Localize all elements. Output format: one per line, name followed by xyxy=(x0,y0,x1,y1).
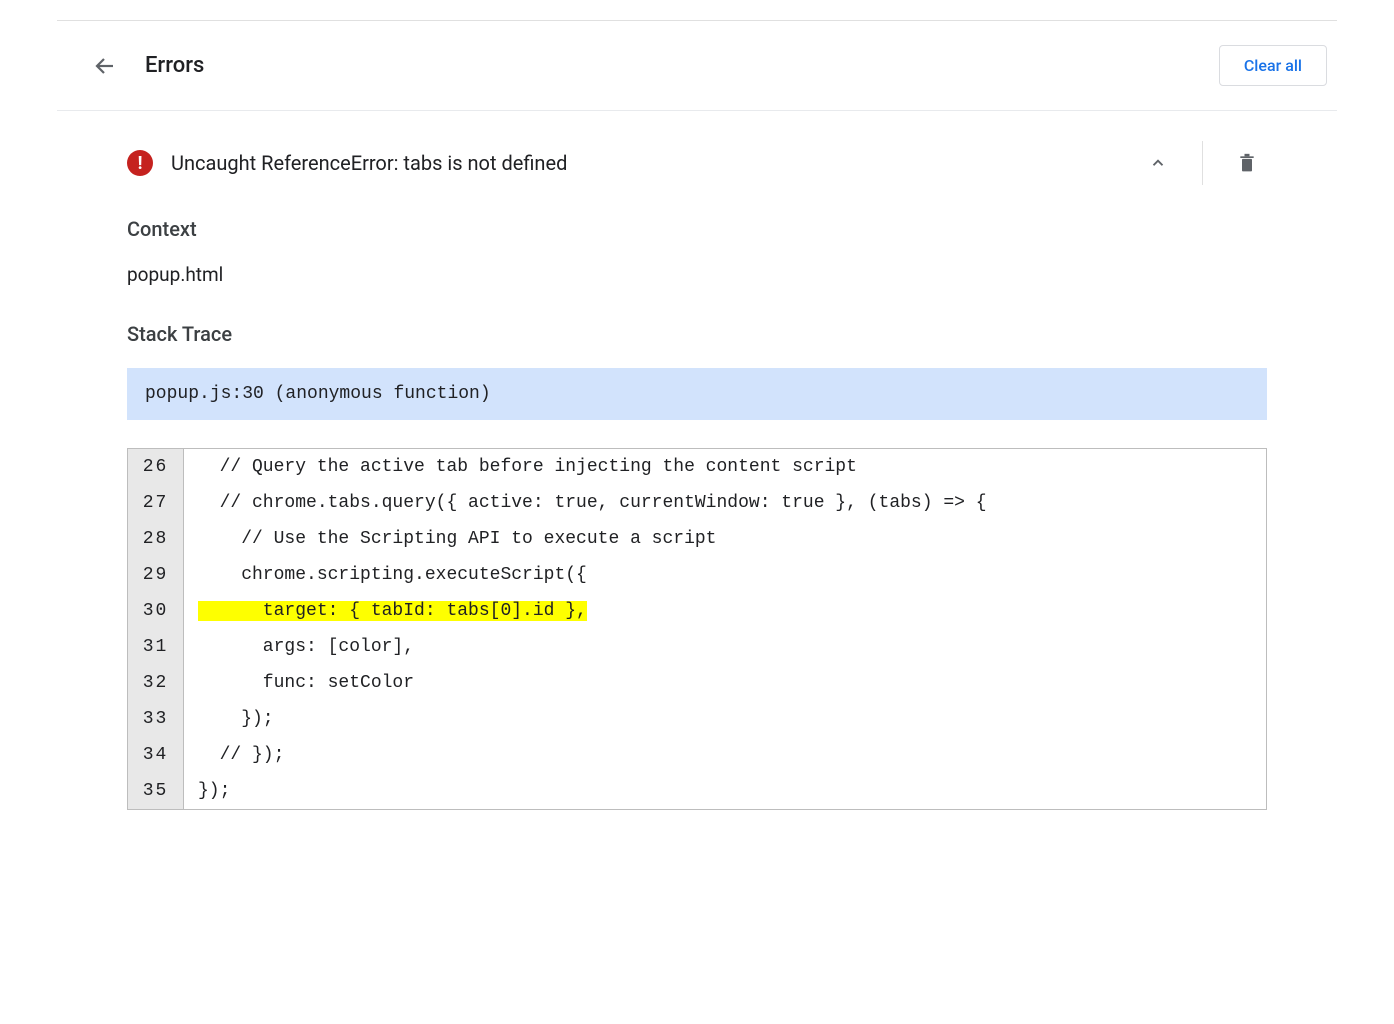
code-row: 30 target: { tabId: tabs[0].id }, xyxy=(128,593,1266,629)
line-number: 26 xyxy=(128,449,184,485)
context-heading: Context xyxy=(127,217,1267,241)
line-number: 30 xyxy=(128,593,184,629)
error-header: ! Uncaught ReferenceError: tabs is not d… xyxy=(127,111,1267,209)
code-line: chrome.scripting.executeScript({ xyxy=(184,557,1266,593)
line-number: 35 xyxy=(128,773,184,809)
code-line: }); xyxy=(184,773,1266,809)
line-number: 27 xyxy=(128,485,184,521)
code-line: // Query the active tab before injecting… xyxy=(184,449,1266,485)
line-number: 28 xyxy=(128,521,184,557)
error-badge-icon: ! xyxy=(127,150,153,176)
code-row: 29 chrome.scripting.executeScript({ xyxy=(128,557,1266,593)
divider xyxy=(1202,141,1203,185)
page-title: Errors xyxy=(145,53,204,78)
line-number: 29 xyxy=(128,557,184,593)
code-row: 31 args: [color], xyxy=(128,629,1266,665)
line-number: 31 xyxy=(128,629,184,665)
error-message: Uncaught ReferenceError: tabs is not def… xyxy=(171,151,567,175)
line-number: 32 xyxy=(128,665,184,701)
code-line: // Use the Scripting API to execute a sc… xyxy=(184,521,1266,557)
code-line: // }); xyxy=(184,737,1266,773)
code-line: // chrome.tabs.query({ active: true, cur… xyxy=(184,485,1266,521)
code-row: 26 // Query the active tab before inject… xyxy=(128,449,1266,485)
back-arrow-icon[interactable] xyxy=(93,54,117,78)
error-section: ! Uncaught ReferenceError: tabs is not d… xyxy=(57,110,1337,850)
line-number: 34 xyxy=(128,737,184,773)
stack-location: popup.js:30 (anonymous function) xyxy=(127,368,1267,420)
code-row: 35}); xyxy=(128,773,1266,809)
code-row: 32 func: setColor xyxy=(128,665,1266,701)
code-row: 28 // Use the Scripting API to execute a… xyxy=(128,521,1266,557)
context-value: popup.html xyxy=(127,263,1267,286)
trash-icon[interactable] xyxy=(1227,143,1267,183)
code-row: 34 // }); xyxy=(128,737,1266,773)
clear-all-button[interactable]: Clear all xyxy=(1219,45,1327,86)
stack-trace-heading: Stack Trace xyxy=(127,322,1267,346)
code-row: 33 }); xyxy=(128,701,1266,737)
code-line: args: [color], xyxy=(184,629,1266,665)
code-block: 26 // Query the active tab before inject… xyxy=(127,448,1267,810)
code-line: target: { tabId: tabs[0].id }, xyxy=(184,593,1266,629)
code-line: func: setColor xyxy=(184,665,1266,701)
collapse-chevron-icon[interactable] xyxy=(1138,143,1178,183)
page-header: Errors Clear all xyxy=(57,21,1337,110)
code-line: }); xyxy=(184,701,1266,737)
code-row: 27 // chrome.tabs.query({ active: true, … xyxy=(128,485,1266,521)
line-number: 33 xyxy=(128,701,184,737)
